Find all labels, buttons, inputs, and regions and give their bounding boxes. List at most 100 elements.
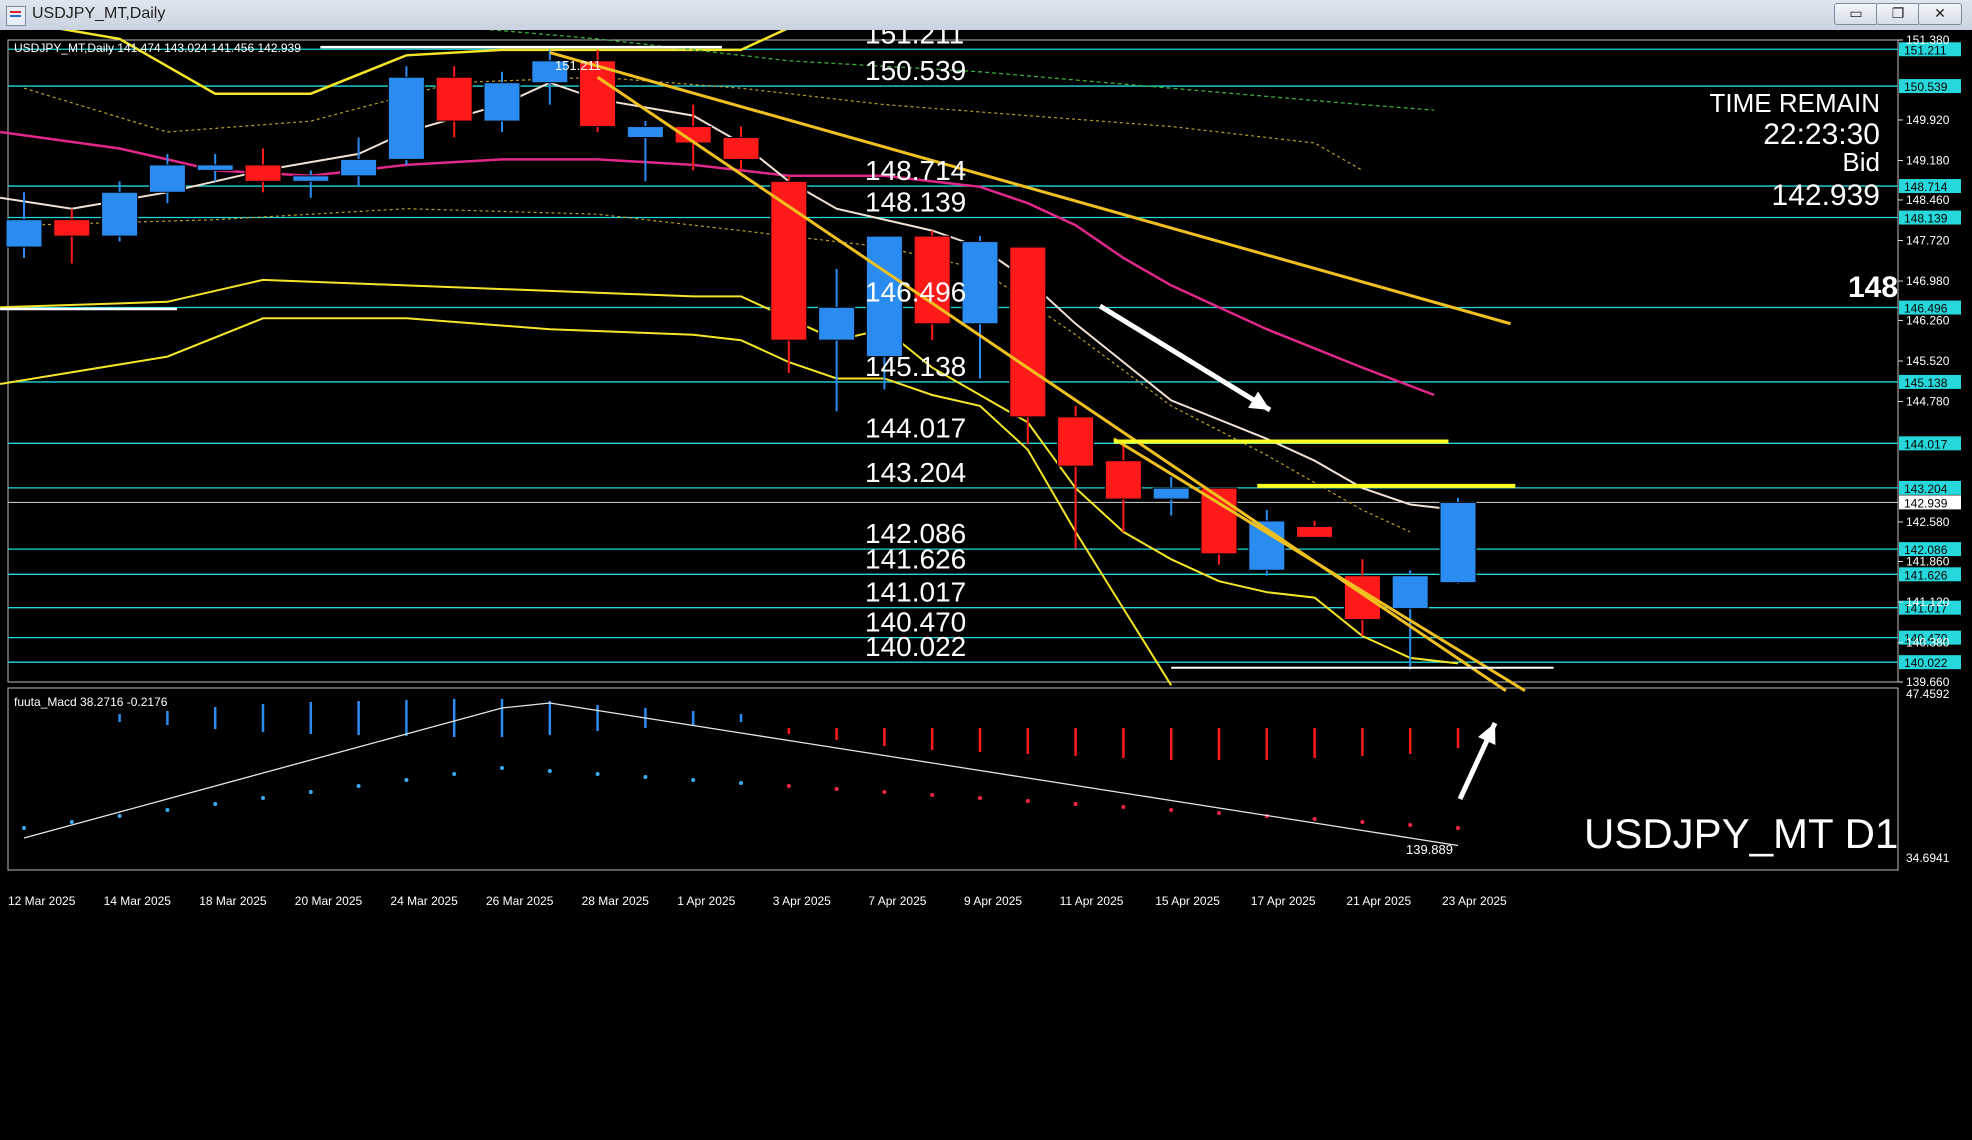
candle[interactable] [818, 268, 856, 412]
level-price-tag-text: 148.714 [1904, 180, 1948, 194]
level-label: 143.204 [865, 457, 966, 488]
price-tick-label: 145.520 [1906, 354, 1950, 368]
macd-signal-dot [1408, 823, 1413, 827]
candle-body [961, 241, 999, 325]
current-price-tag-text: 142.939 [1904, 496, 1948, 510]
candle[interactable] [1057, 405, 1095, 549]
level-price-tag-text: 150.539 [1904, 80, 1948, 94]
steep-downtrend-line [596, 76, 1507, 693]
date-tick-label: 3 Apr 2025 [773, 894, 831, 908]
candle[interactable] [101, 181, 139, 242]
candle-body [292, 175, 330, 182]
candle-body [435, 76, 473, 122]
macd-signal-dot [1312, 817, 1317, 821]
level-label: 146.496 [865, 277, 966, 308]
candle[interactable] [626, 121, 664, 182]
restore-button[interactable]: ❐ [1876, 3, 1920, 25]
macd-signal-dot [69, 820, 74, 824]
bid-value: 142.939 [1772, 179, 1880, 212]
macd-signal-dot [1169, 808, 1174, 812]
chart-window-icon [6, 6, 26, 26]
chart-window[interactable]: 151.211 150.539 148.714 148.139 146.496 145.1… [0, 15, 1972, 1136]
candle-body [722, 137, 760, 160]
candle[interactable] [1296, 520, 1334, 538]
macd-signal-dot [452, 772, 457, 776]
window-titlebar: USDJPY_MT,Daily ▭ ❐ ✕ [0, 0, 1972, 31]
macd-signal-dot [213, 802, 218, 806]
date-tick-label: 23 Apr 2025 [1442, 894, 1507, 908]
level-price-tag-text: 140.022 [1904, 656, 1948, 670]
candle-body [1104, 460, 1142, 500]
price-tick-label: 148.460 [1906, 193, 1950, 207]
candle-body [818, 306, 856, 341]
date-tick-label: 18 Mar 2025 [199, 894, 267, 908]
candle-body [1296, 525, 1334, 538]
macd-tick-label: 47.4592 [1906, 687, 1950, 701]
macd-signal-dot [1456, 826, 1460, 830]
candle[interactable] [961, 236, 999, 379]
candle[interactable] [674, 104, 712, 171]
macd-signal-dot [1217, 811, 1221, 815]
macd-signal-dot [691, 778, 696, 782]
candle[interactable] [1104, 444, 1142, 532]
level-price-tag-text: 145.138 [1904, 376, 1948, 390]
price-chart[interactable]: 151.211150.539148.714148.139146.496145.1… [0, 15, 1972, 1136]
candle-body [148, 164, 186, 193]
date-tick-label: 24 Mar 2025 [390, 894, 458, 908]
candle-body [5, 219, 43, 248]
candle[interactable] [1439, 497, 1477, 584]
macd-signal-dot [22, 826, 26, 830]
candle-body [340, 158, 378, 177]
macd-signal-dot [739, 781, 743, 785]
window-title: USDJPY_MT,Daily [32, 5, 166, 22]
macd-signal-dot [308, 790, 313, 794]
close-button[interactable]: ✕ [1918, 3, 1962, 25]
macd-signal-dot [117, 814, 122, 818]
candle[interactable] [1009, 246, 1047, 445]
high-price-label: 151.211 [555, 58, 601, 73]
date-tick-label: 1 Apr 2025 [677, 894, 735, 908]
level-label: 148.139 [865, 187, 966, 218]
down-arrow-icon [1098, 303, 1272, 413]
candle-body [1391, 575, 1429, 610]
macd-signal-dot [786, 784, 791, 788]
level-label: 140.022 [865, 631, 966, 662]
level-label: 141.017 [865, 577, 966, 608]
candle-body [1152, 487, 1190, 500]
date-tick-label: 12 Mar 2025 [8, 894, 76, 908]
time-remain-label: TIME REMAIN [1710, 88, 1880, 118]
macd-tick-label: 34.6941 [1906, 851, 1950, 865]
price-tick-label: 149.920 [1906, 113, 1950, 127]
price-tick-label: 149.180 [1906, 154, 1950, 168]
symbol-watermark: USDJPY_MT D1 [1584, 810, 1898, 857]
candle-body [101, 191, 139, 237]
minimize-button[interactable]: ▭ [1834, 3, 1878, 25]
price-tick-label: 147.720 [1906, 233, 1950, 247]
candle[interactable] [1200, 487, 1238, 565]
candle-body [483, 82, 521, 122]
price-tick-label: 144.780 [1906, 395, 1950, 409]
candle[interactable] [5, 192, 43, 259]
candle[interactable] [435, 66, 473, 138]
level-label: 148.714 [865, 155, 966, 186]
macd-signal-dot [930, 793, 935, 797]
price-tick-label: 141.120 [1906, 595, 1950, 609]
macd-signal-dot [978, 796, 982, 800]
level-label: 141.626 [865, 543, 966, 574]
candle-body [1439, 501, 1477, 584]
candle-body [626, 126, 664, 139]
candle-body [387, 76, 425, 160]
level-label: 144.017 [865, 412, 966, 443]
macd-signal-dot [261, 796, 265, 800]
candle[interactable] [340, 137, 378, 187]
candle[interactable] [387, 66, 425, 165]
price-tick-label: 140.380 [1906, 636, 1950, 650]
date-tick-label: 21 Apr 2025 [1346, 894, 1411, 908]
date-tick-label: 26 Mar 2025 [486, 894, 554, 908]
candle-body [53, 219, 91, 237]
price-tick-label: 151.380 [1906, 33, 1950, 47]
candle[interactable] [196, 153, 234, 182]
candle[interactable] [483, 71, 521, 133]
candle-body [196, 164, 234, 171]
level-label: 151.211 [865, 30, 964, 49]
